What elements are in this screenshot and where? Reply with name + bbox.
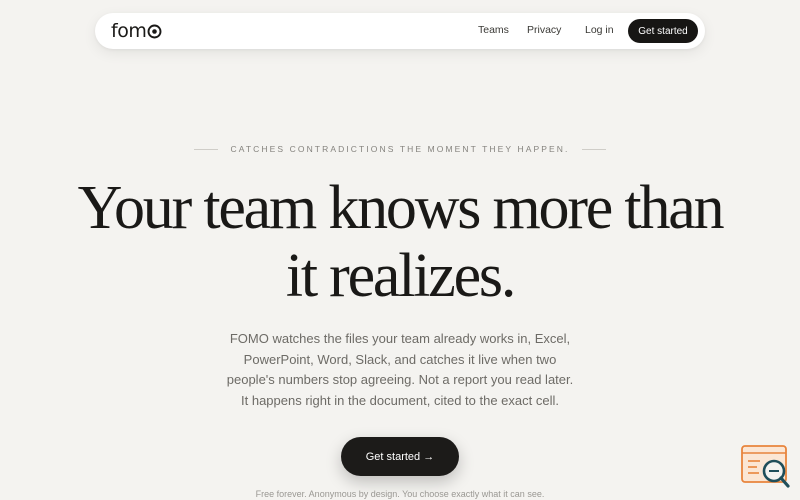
nav-link-teams[interactable]: Teams [478,24,509,36]
subtext-line-1: FOMO watches the files your team already… [229,331,571,346]
search-document-icon[interactable] [740,444,792,490]
nav-link-privacy[interactable]: Privacy [527,24,561,36]
hero-eyebrow: Catches contradictions the moment they h… [0,144,800,154]
hero-footnote: Free forever. Anonymous by design. You c… [255,489,545,499]
headline-line-1: Your team knows more than [77,174,725,242]
eyebrow-divider-right [581,148,606,150]
eyebrow-divider-left [194,148,219,150]
eyebrow-text: Catches contradictions the moment they h… [230,144,570,154]
subtext-line-2: PowerPoint, Word, Slack, and catches it … [243,351,557,367]
logo-text: fom [111,20,147,42]
subtext-line-4: It happens right in the document, cited … [241,392,559,408]
nav-get-started-button[interactable]: Get started [628,19,698,43]
subtext-line-3: people's numbers stop agreeing. Not a re… [226,372,574,387]
hero-headline: Your team knows more than it realizes. [0,174,800,310]
nav-link-login[interactable]: Log in [585,24,614,36]
fomo-logo[interactable]: fom [111,20,162,42]
top-navbar: fom Teams Privacy Log in Get started [95,13,705,49]
hero-subtext: FOMO watches the files your team already… [210,329,590,411]
headline-line-2: it realizes. [285,242,517,310]
logo-o-icon [147,24,162,39]
hero-get-started-button[interactable]: Get started → [341,437,459,476]
